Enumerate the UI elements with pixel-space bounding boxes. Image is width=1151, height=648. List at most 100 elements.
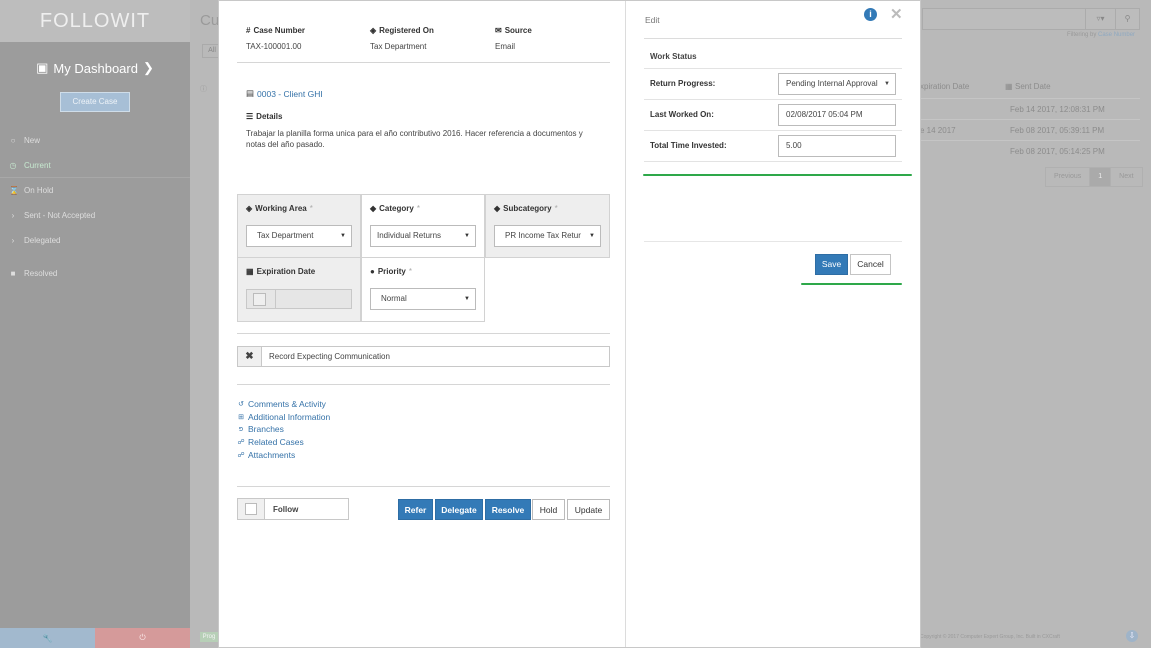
sidebar-item-current[interactable]: ◷ Current xyxy=(0,153,190,178)
close-icon[interactable]: ✖ xyxy=(238,347,262,366)
search-bar[interactable]: ▿▾ ⚲ xyxy=(922,8,1140,30)
subcategory-cell: ◆ Subcategory * PR Income Tax Retur ▼ xyxy=(485,194,610,258)
save-button[interactable]: Save xyxy=(815,254,848,275)
clock-icon: ◷ xyxy=(9,160,17,170)
attachments-link[interactable]: ☍ Attachments xyxy=(237,448,330,461)
sidebar-item-sent-not-accepted[interactable]: › Sent - Not Accepted xyxy=(0,203,190,228)
required-mark: * xyxy=(554,204,558,213)
sidebar-bottom-bar: 🔧 ⏻ xyxy=(0,628,190,648)
divider xyxy=(275,290,276,308)
time-invested-row: Total Time Invested: 5.00 xyxy=(644,131,902,162)
wrench-icon: 🔧 xyxy=(42,633,53,643)
caret-down-icon: ▼ xyxy=(464,233,470,239)
hold-button[interactable]: Hold xyxy=(532,499,565,520)
filtering-link[interactable]: Case Number xyxy=(1098,32,1135,38)
cancel-button[interactable]: Cancel xyxy=(850,254,891,275)
link-label: Related Cases xyxy=(248,437,304,448)
sidebar: FOLLOWIT ▣ My Dashboard ❯ Create Case ○ … xyxy=(0,0,190,648)
app-logo[interactable]: FOLLOWIT xyxy=(40,10,150,33)
my-dashboard-link[interactable]: ▣ My Dashboard ❯ xyxy=(0,60,190,76)
caret-down-icon: ▼ xyxy=(589,233,595,239)
additional-information-link[interactable]: ⊞ Additional Information xyxy=(237,411,330,424)
details-heading: ☰ Details xyxy=(246,112,282,121)
branches-link[interactable]: פ Branches xyxy=(237,423,330,436)
expiration-label-row: ▦ Expiration Date xyxy=(246,267,315,276)
inbox-icon: ▣ xyxy=(36,60,49,75)
settings-button[interactable]: 🔧 xyxy=(0,628,95,648)
return-progress-row: Return Progress: Pending Internal Approv… xyxy=(644,69,902,100)
row-sent: Feb 08 2017, 05:39:11 PM xyxy=(1010,126,1105,135)
close-icon[interactable]: ✕ xyxy=(890,5,903,23)
sidebar-nav: ○ New ◷ Current ⌛ On Hold › Sent - Not A… xyxy=(0,128,190,286)
delegate-button[interactable]: Delegate xyxy=(435,499,483,520)
link-label: Comments & Activity xyxy=(248,399,326,410)
case-modal: # Case Number TAX-100001.00 ◈ Registered O… xyxy=(218,0,921,648)
follow-toggle[interactable]: Follow xyxy=(237,498,349,520)
edit-title: Edit xyxy=(645,15,660,25)
sidebar-item-new[interactable]: ○ New xyxy=(0,128,190,153)
cube-icon: ◈ xyxy=(246,204,253,213)
work-status-label: Work Status xyxy=(644,39,902,69)
pager-previous[interactable]: Previous xyxy=(1046,168,1091,186)
chevron-right-icon: › xyxy=(11,211,15,220)
record-expecting-communication: ✖ Record Expecting Communication xyxy=(237,346,610,367)
comments-activity-link[interactable]: ↺ Comments & Activity xyxy=(237,398,330,411)
refer-button[interactable]: Refer xyxy=(398,499,433,520)
logout-button[interactable]: ⏻ xyxy=(95,628,190,648)
help-icon[interactable]: ⇩ xyxy=(1126,630,1138,642)
resolve-button[interactable]: Resolve xyxy=(485,499,531,520)
subcategory-select[interactable]: PR Income Tax Retur ▼ xyxy=(494,225,601,247)
case-number-label-row: # Case Number xyxy=(246,26,305,35)
sidebar-item-delegated[interactable]: › Delegated xyxy=(0,228,190,253)
last-worked-input[interactable]: 02/08/2017 05:04 PM xyxy=(778,104,896,126)
expiration-date-input[interactable] xyxy=(246,289,352,309)
filtering-label: Filtering by Case Number xyxy=(1067,32,1135,38)
priority-value: Normal xyxy=(381,294,407,303)
link-label: Branches xyxy=(248,424,284,435)
priority-select[interactable]: Normal ▼ xyxy=(370,288,476,310)
details-label: Details xyxy=(256,112,283,121)
table-row[interactable]: e 14 2017 Feb 08 2017, 05:39:11 PM xyxy=(920,119,1140,139)
pager-page[interactable]: 1 xyxy=(1090,168,1112,186)
pager-next[interactable]: Next xyxy=(1111,168,1141,186)
required-mark: * xyxy=(408,267,412,276)
expiration-cell: ▦ Expiration Date xyxy=(237,257,361,322)
sidebar-item-label: Delegated xyxy=(24,236,61,245)
filtering-prefix: Filtering by xyxy=(1067,32,1097,38)
divider xyxy=(237,333,610,334)
sidebar-item-on-hold[interactable]: ⌛ On Hold xyxy=(0,178,190,203)
pagination: Previous 1 Next xyxy=(1045,167,1143,187)
info-icon: ⓘ xyxy=(200,86,207,93)
source-block: ✉ Source Email xyxy=(495,26,532,51)
related-cases-link[interactable]: ☍ Related Cases xyxy=(237,436,330,449)
case-number-block: # Case Number TAX-100001.00 xyxy=(246,26,305,51)
row-sent: Feb 14 2017, 12:08:31 PM xyxy=(1010,105,1105,114)
square-icon: ■ xyxy=(10,269,16,278)
filter-icon[interactable]: ▿▾ xyxy=(1085,9,1115,29)
category-select[interactable]: Individual Returns ▼ xyxy=(370,225,476,247)
time-invested-input[interactable]: 5.00 xyxy=(778,135,896,157)
registered-label: Registered On xyxy=(379,26,434,35)
col-sent-date[interactable]: Sent Date xyxy=(1015,82,1051,91)
sidebar-item-resolved[interactable]: ■ Resolved xyxy=(0,261,190,286)
table-row[interactable]: Feb 14 2017, 12:08:31 PM xyxy=(920,98,1140,118)
create-case-button[interactable]: Create Case xyxy=(60,92,130,112)
update-button[interactable]: Update xyxy=(567,499,610,520)
expiration-checkbox[interactable] xyxy=(253,293,266,306)
return-progress-select[interactable]: Pending Internal Approval ▼ xyxy=(778,73,896,95)
link-label: Attachments xyxy=(248,449,296,460)
follow-checkbox[interactable] xyxy=(245,503,257,515)
working-area-select[interactable]: Tax Department ▼ xyxy=(246,225,352,247)
row-sent: Feb 08 2017, 05:14:25 PM xyxy=(1010,147,1105,156)
return-progress-value: Pending Internal Approval xyxy=(786,79,878,88)
table-row[interactable]: Feb 08 2017, 05:14:25 PM xyxy=(920,140,1140,160)
info-icon[interactable]: i xyxy=(864,8,877,21)
client-link[interactable]: ▤ 0003 - Client GHI xyxy=(246,88,323,99)
working-area-value: Tax Department xyxy=(257,231,314,240)
search-icon[interactable]: ⚲ xyxy=(1115,9,1139,29)
col-expiration[interactable]: xpiration Date xyxy=(920,82,969,91)
caret-down-icon: ▼ xyxy=(464,296,470,302)
priority-label: Priority xyxy=(377,267,406,276)
id-card-icon: ▤ xyxy=(246,88,255,98)
subcategory-value: PR Income Tax Retur xyxy=(505,231,581,240)
